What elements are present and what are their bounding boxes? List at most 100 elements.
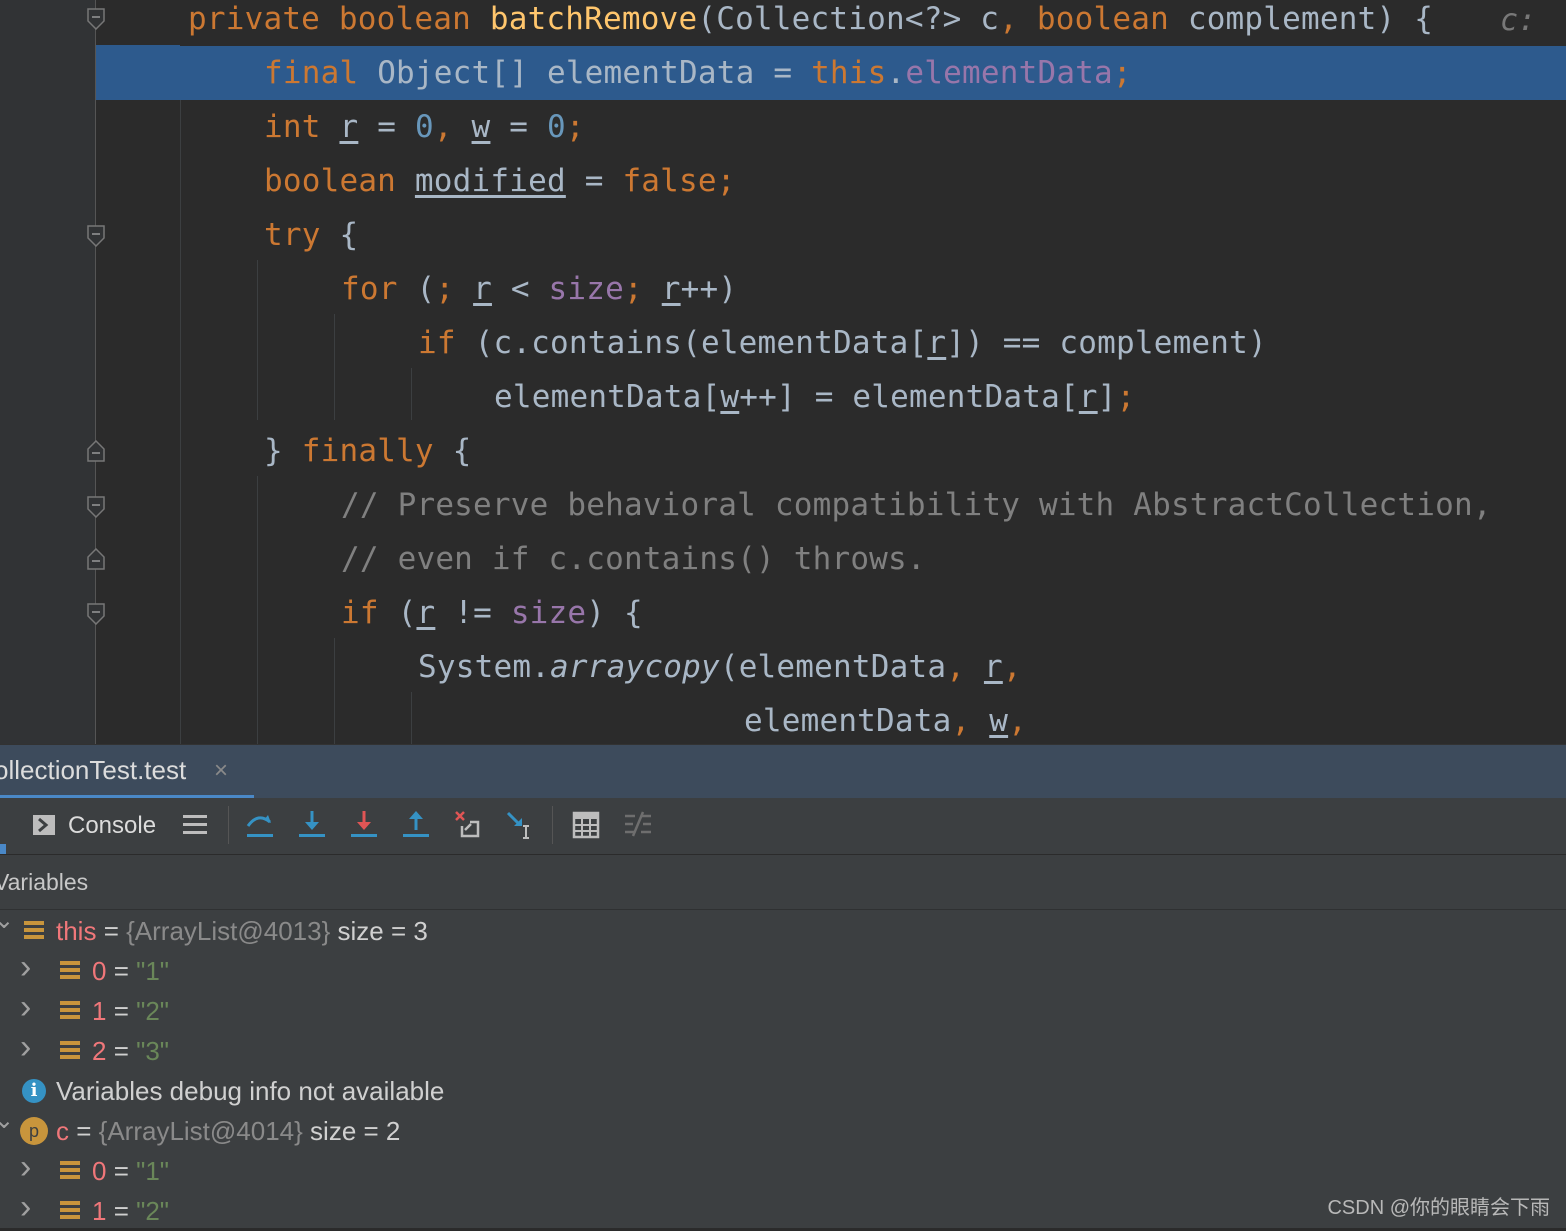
code-line[interactable]: private boolean batchRemove(Collection<?… bbox=[96, 0, 1566, 46]
code-token: boolean bbox=[338, 1, 490, 37]
code-line[interactable]: elementData, w, bbox=[96, 694, 1566, 744]
code-token: , bbox=[951, 703, 990, 739]
variable-row[interactable]: › 0 = "1" bbox=[0, 948, 1566, 991]
code-token: r bbox=[1078, 379, 1098, 415]
code-token: Object[] elementData = bbox=[377, 55, 812, 91]
chevron-right-icon[interactable]: › bbox=[20, 1187, 31, 1227]
variable-row[interactable]: › 1 = "2" bbox=[0, 988, 1566, 1031]
drop-frame-icon[interactable] bbox=[452, 808, 484, 842]
code-line[interactable]: try { bbox=[96, 208, 1566, 262]
code-line-current[interactable]: final Object[] elementData = this.elemen… bbox=[96, 46, 1566, 100]
code-token: false bbox=[622, 163, 717, 199]
code-token: arraycopy bbox=[550, 649, 720, 685]
code-line[interactable]: int r = 0, w = 0; bbox=[96, 100, 1566, 154]
code-token: elementData bbox=[905, 55, 1113, 91]
code-token: size bbox=[510, 595, 587, 631]
variable-value: 0 = "1" bbox=[92, 1151, 169, 1191]
code-line-text: if (r != size) { bbox=[341, 586, 643, 640]
code-token: ( bbox=[416, 271, 436, 307]
editor-gutter[interactable] bbox=[0, 0, 96, 744]
variable-string-value: "2" bbox=[136, 1196, 170, 1226]
code-token: r bbox=[983, 649, 1003, 685]
run-to-cursor-icon[interactable] bbox=[504, 808, 536, 842]
code-line-text: // Preserve behavioral compatibility wit… bbox=[341, 478, 1492, 532]
code-token: ++] = elementData[ bbox=[739, 379, 1079, 415]
code-token: , bbox=[1008, 703, 1027, 739]
code-token: elementData bbox=[744, 703, 952, 739]
variable-type: {ArrayList@4014} bbox=[98, 1116, 303, 1146]
code-line[interactable]: elementData[w++] = elementData[r]; bbox=[96, 370, 1566, 424]
variable-row[interactable]: ⌄ p c = {ArrayList@4014} size = 2 bbox=[0, 1107, 1566, 1151]
toolbar-separator bbox=[228, 806, 229, 844]
watermark: CSDN @你的眼睛会下雨 bbox=[1327, 1197, 1550, 1219]
trace-stream-icon[interactable] bbox=[622, 808, 654, 842]
code-line[interactable]: System.arraycopy(elementData, r, bbox=[96, 640, 1566, 694]
variable-name: c bbox=[56, 1116, 69, 1146]
debug-session-tab[interactable]: ollectionTest.test × bbox=[0, 745, 254, 799]
code-token: r bbox=[661, 271, 681, 307]
step-over-icon[interactable] bbox=[244, 808, 276, 842]
variable-value: 0 = "1" bbox=[92, 951, 169, 991]
field-icon bbox=[60, 1201, 80, 1221]
variable-value: 2 = "3" bbox=[92, 1031, 169, 1071]
chevron-right-icon[interactable]: › bbox=[20, 1027, 31, 1067]
code-token: if bbox=[341, 595, 398, 631]
variable-equals: = bbox=[106, 956, 137, 986]
code-line-text: // even if c.contains() throws. bbox=[341, 532, 926, 586]
variable-name: 0 bbox=[92, 956, 107, 986]
code-editor[interactable]: private boolean batchRemove(Collection<?… bbox=[0, 0, 1566, 744]
variable-name: 1 bbox=[92, 996, 107, 1026]
chevron-down-icon[interactable]: ⌄ bbox=[0, 901, 14, 941]
code-line[interactable]: if (c.contains(elementData[r]) == comple… bbox=[96, 316, 1566, 370]
variable-value: this = {ArrayList@4013} size = 3 bbox=[56, 911, 428, 951]
variable-string-value: "3" bbox=[136, 1036, 170, 1066]
chevron-right-icon[interactable]: › bbox=[20, 947, 31, 987]
evaluate-expression-icon[interactable] bbox=[570, 808, 602, 842]
code-token: ; bbox=[1116, 379, 1136, 415]
force-step-into-icon[interactable] bbox=[348, 808, 380, 842]
layout-menu-icon[interactable] bbox=[180, 808, 212, 842]
code-line-text: } finally { bbox=[264, 424, 472, 478]
debug-panel[interactable]: ollectionTest.test × Console Variables ⌄… bbox=[0, 744, 1566, 1228]
code-token: } bbox=[264, 433, 302, 469]
variable-value: 1 = "2" bbox=[92, 1191, 169, 1231]
variable-equals: = bbox=[106, 1156, 137, 1186]
variable-string-value: "1" bbox=[136, 956, 170, 986]
info-icon: i bbox=[22, 1079, 46, 1103]
variable-value: 1 = "2" bbox=[92, 991, 169, 1031]
code-line[interactable]: if (r != size) { bbox=[96, 586, 1566, 640]
code-line-text: final Object[] elementData = this.elemen… bbox=[264, 46, 1132, 100]
variables-header: Variables bbox=[0, 855, 1566, 910]
chevron-down-icon[interactable]: ⌄ bbox=[0, 1101, 14, 1141]
variable-row[interactable]: › 0 = "1" bbox=[0, 1148, 1566, 1191]
code-token: (c.contains(elementData[ bbox=[474, 325, 928, 361]
console-icon bbox=[33, 815, 55, 835]
code-token: { bbox=[452, 433, 472, 469]
step-into-icon[interactable] bbox=[296, 808, 328, 842]
code-line[interactable]: } finally { bbox=[96, 424, 1566, 478]
code-token: , bbox=[999, 1, 1037, 37]
close-icon[interactable]: × bbox=[214, 757, 228, 785]
code-line[interactable]: // Preserve behavioral compatibility wit… bbox=[96, 478, 1566, 532]
code-token: elementData[ bbox=[494, 379, 721, 415]
code-line[interactable]: // even if c.contains() throws. bbox=[96, 532, 1566, 586]
variables-info-row[interactable]: i Variables debug info not available bbox=[0, 1071, 1566, 1111]
debug-tab-bar: ollectionTest.test × bbox=[0, 744, 1566, 799]
code-line[interactable]: for (; r < size; r++) bbox=[96, 262, 1566, 316]
variable-string-value: "2" bbox=[136, 996, 170, 1026]
code-line-text: for (; r < size; r++) bbox=[341, 262, 737, 316]
code-token: ; bbox=[435, 271, 474, 307]
chevron-right-icon[interactable]: › bbox=[20, 1147, 31, 1187]
variable-row[interactable]: ⌄ this = {ArrayList@4013} size = 3 bbox=[0, 907, 1566, 951]
code-token: 0 bbox=[414, 109, 434, 145]
variable-row[interactable]: › 2 = "3" bbox=[0, 1028, 1566, 1071]
code-token: ; bbox=[716, 163, 736, 199]
variable-string-value: "1" bbox=[136, 1156, 170, 1186]
code-token: r bbox=[339, 109, 359, 145]
step-out-icon[interactable] bbox=[400, 808, 432, 842]
code-token: = bbox=[490, 109, 548, 145]
code-line[interactable]: boolean modified = false; bbox=[96, 154, 1566, 208]
console-tab-label: Console bbox=[68, 812, 157, 839]
code-line-text: if (c.contains(elementData[r]) == comple… bbox=[418, 316, 1267, 370]
chevron-right-icon[interactable]: › bbox=[20, 987, 31, 1027]
